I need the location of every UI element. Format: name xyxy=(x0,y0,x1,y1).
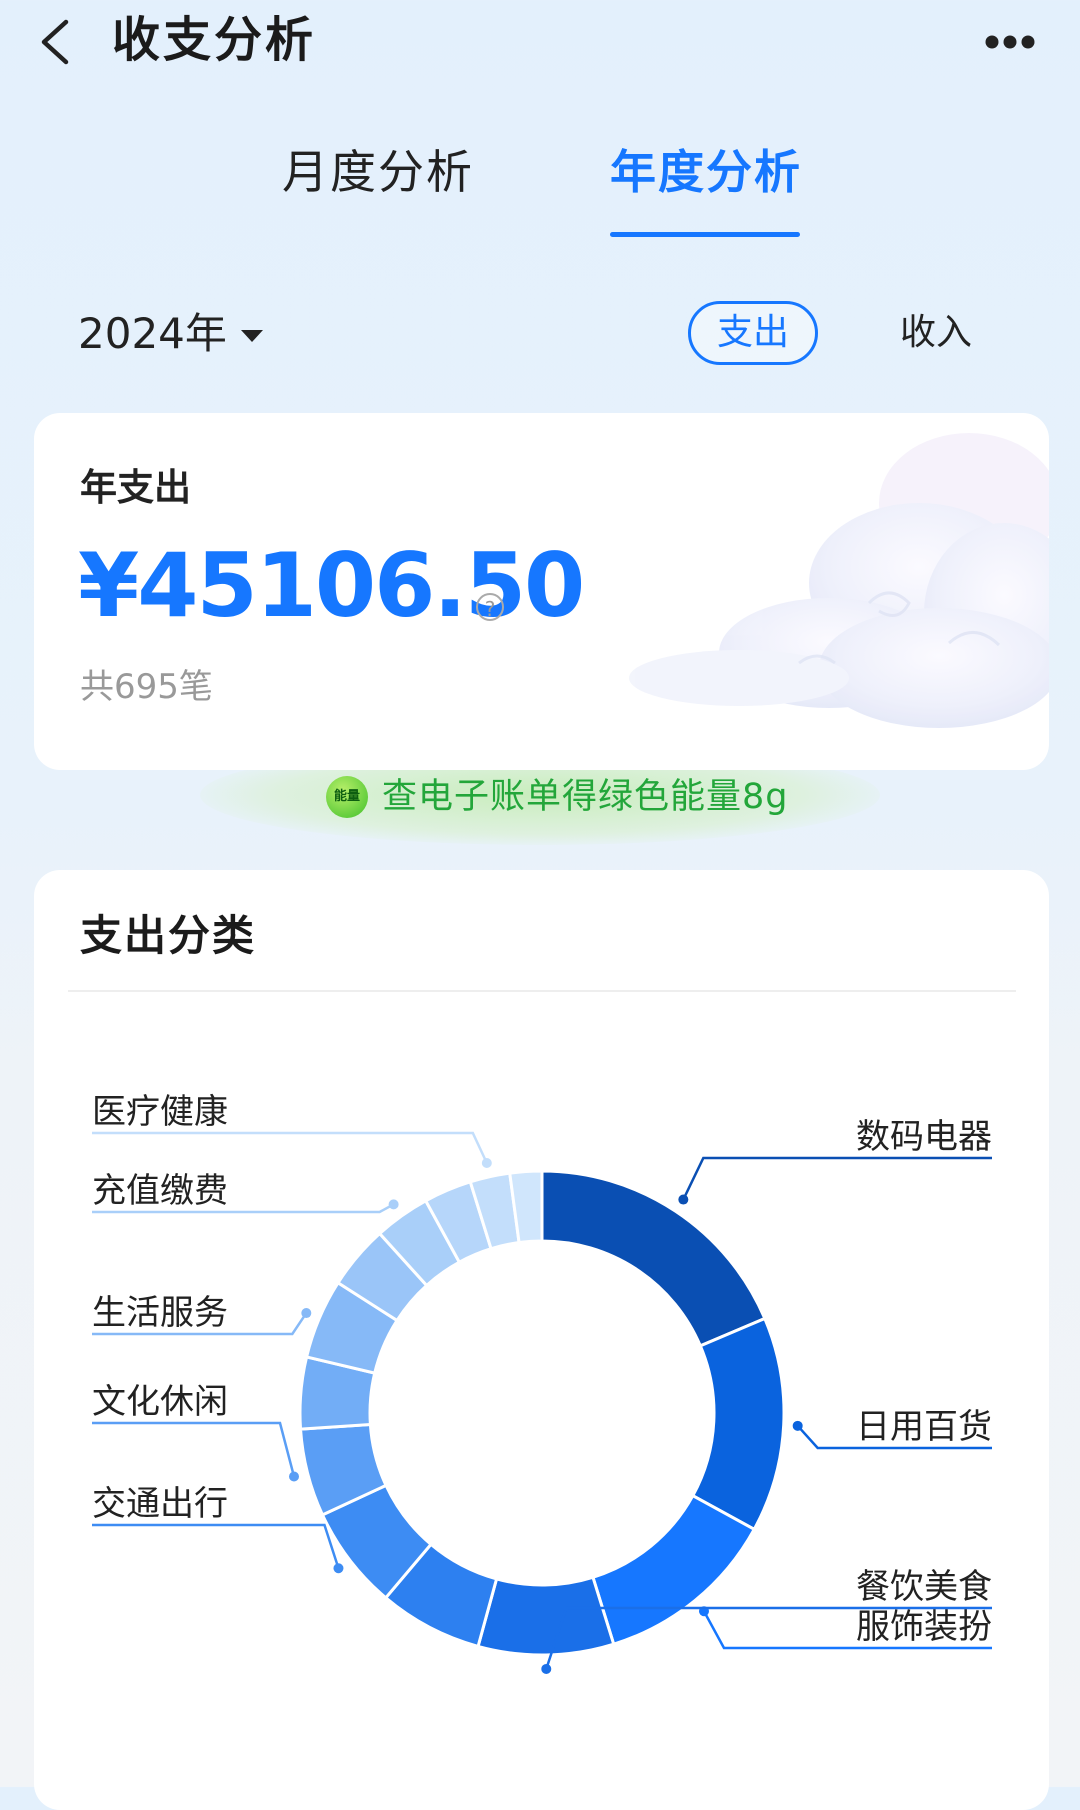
section-title: 支出分类 xyxy=(80,911,257,960)
tab-yearly-analysis[interactable]: 年度分析 xyxy=(610,140,802,204)
caret-down-icon xyxy=(240,330,263,342)
category-label: 数码电器 xyxy=(856,1117,992,1157)
category-label: 日用百货 xyxy=(856,1407,992,1447)
toggle-income-button[interactable]: 收入 xyxy=(900,301,972,365)
toggle-expense-button[interactable]: 支出 xyxy=(688,301,818,365)
more-button[interactable] xyxy=(980,22,1040,62)
active-tab-indicator xyxy=(610,232,800,237)
more-horizontal-icon xyxy=(985,35,1035,49)
divider xyxy=(68,990,1016,992)
chevron-left-icon xyxy=(41,19,69,65)
help-icon[interactable]: ? xyxy=(476,593,504,621)
category-label: 生活服务 xyxy=(92,1293,228,1333)
leader-dot xyxy=(678,1194,689,1205)
category-label: 交通出行 xyxy=(92,1484,228,1524)
donut-segment-2[interactable] xyxy=(591,1493,757,1647)
leader-line xyxy=(92,1523,340,1569)
annual-summary-card: 年支出 ¥45106.50 ? 共695笔 xyxy=(34,413,1049,770)
page-title: 收支分析 xyxy=(112,12,317,68)
leader-line xyxy=(92,1421,296,1477)
annual-expense-label: 年支出 xyxy=(80,466,191,509)
year-selector[interactable]: 2024年 xyxy=(78,306,263,362)
category-label: 文化休闲 xyxy=(92,1382,228,1422)
leader-line xyxy=(682,1156,992,1201)
green-energy-icon: 能量 xyxy=(326,776,368,818)
donut-segment-0[interactable] xyxy=(540,1169,767,1348)
energy-badge-text: 能量 xyxy=(333,789,360,804)
donut-segment-3[interactable] xyxy=(476,1575,616,1657)
year-label: 2024年 xyxy=(78,309,227,358)
back-button[interactable] xyxy=(30,14,86,70)
cloud-illustration xyxy=(629,433,1049,728)
expense-category-donut-chart[interactable]: 数码电器日用百货服饰装扮餐饮美食 医疗健康充值缴费生活服务文化休闲交通出行 xyxy=(34,1060,1049,1787)
annual-expense-amount: ¥45106.50 xyxy=(78,534,585,637)
category-label: 服饰装扮 xyxy=(856,1607,992,1647)
energy-banner-link[interactable]: 查电子账单得绿色能量8g xyxy=(382,772,789,822)
leader-line xyxy=(92,1131,488,1164)
category-label: 医疗健康 xyxy=(92,1092,228,1132)
category-label: 充值缴费 xyxy=(92,1171,228,1211)
tab-monthly-analysis[interactable]: 月度分析 xyxy=(282,140,474,204)
donut-segment-1[interactable] xyxy=(690,1316,786,1532)
category-label: 餐饮美食 xyxy=(856,1567,992,1607)
transaction-count: 共695笔 xyxy=(80,667,213,707)
